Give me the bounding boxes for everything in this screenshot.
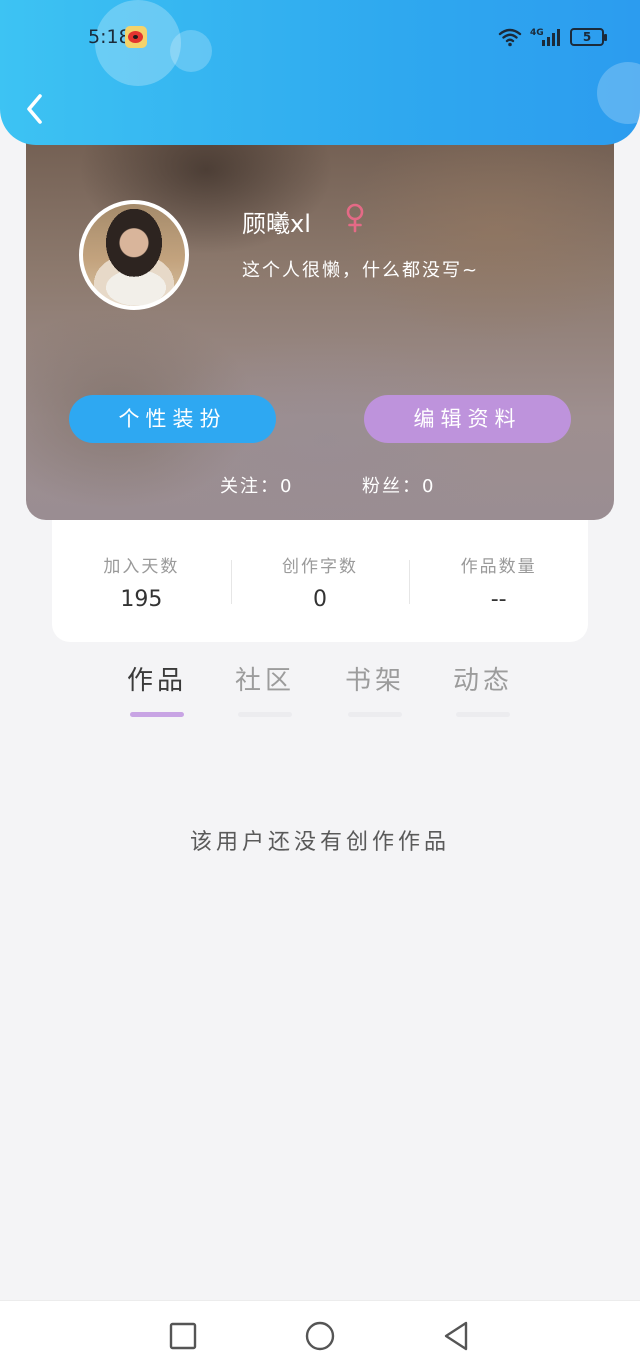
tab-activity[interactable]: 动态 xyxy=(428,660,538,717)
stats-card: 加入天数 195 创作字数 0 作品数量 -- xyxy=(52,520,588,642)
avatar[interactable] xyxy=(79,200,189,310)
tab-label: 书架 xyxy=(344,666,405,696)
stat-word-count: 创作字数 0 xyxy=(230,520,410,642)
back-button[interactable] xyxy=(22,92,50,126)
stat-value: 0 xyxy=(313,587,327,612)
tab-label: 作品 xyxy=(126,666,187,696)
stat-works-count: 作品数量 -- xyxy=(409,520,588,642)
tab-works[interactable]: 作品 xyxy=(102,660,212,717)
signal-4g-icon: 4G xyxy=(530,26,562,48)
circle-icon xyxy=(305,1321,335,1351)
female-icon xyxy=(346,203,364,233)
profile-card: 顾曦xl 这个人很懒，什么都没写~ 个性装扮 编辑资料 关注：0 粉丝：0 xyxy=(26,110,614,520)
stat-label: 加入天数 xyxy=(103,557,180,577)
stat-value: 195 xyxy=(120,587,163,612)
active-tab-indicator xyxy=(130,712,184,717)
weibo-icon xyxy=(125,26,147,48)
stat-join-days: 加入天数 195 xyxy=(52,520,231,642)
stat-label: 作品数量 xyxy=(460,557,537,577)
stat-value: -- xyxy=(490,587,507,612)
tab-indicator xyxy=(238,712,292,717)
empty-state-message: 该用户还没有创作作品 xyxy=(189,830,450,855)
decor-bubble xyxy=(170,30,212,72)
fans-count[interactable]: 粉丝：0 xyxy=(362,472,435,498)
triangle-back-icon xyxy=(444,1321,468,1351)
decor-bubble xyxy=(597,62,640,124)
stat-label: 创作字数 xyxy=(282,557,358,577)
bio-text: 这个人很懒，什么都没写~ xyxy=(242,260,480,281)
personal-style-button[interactable]: 个性装扮 xyxy=(69,395,276,443)
status-icons: 4G 5 xyxy=(498,26,607,48)
header: 5:18 4G 5 xyxy=(0,0,640,145)
wifi-icon xyxy=(498,27,522,47)
system-back-button[interactable] xyxy=(440,1319,474,1353)
tab-indicator xyxy=(348,712,402,717)
battery-icon: 5 xyxy=(570,28,607,46)
tab-bookshelf[interactable]: 书架 xyxy=(320,660,430,717)
tab-indicator xyxy=(456,712,510,717)
tab-label: 社区 xyxy=(234,666,295,696)
edit-profile-button[interactable]: 编辑资料 xyxy=(364,395,571,443)
system-nav-bar xyxy=(0,1300,640,1370)
home-button[interactable] xyxy=(303,1319,337,1353)
square-icon xyxy=(169,1322,197,1350)
following-count[interactable]: 关注：0 xyxy=(220,472,293,498)
tab-bar: 作品 社区 书架 动态 xyxy=(102,660,538,720)
svg-text:4G: 4G xyxy=(530,28,544,38)
username: 顾曦xl xyxy=(242,210,311,238)
tab-label: 动态 xyxy=(452,666,513,696)
chevron-left-icon xyxy=(27,94,42,124)
tab-community[interactable]: 社区 xyxy=(210,660,320,717)
recent-apps-button[interactable] xyxy=(166,1319,200,1353)
